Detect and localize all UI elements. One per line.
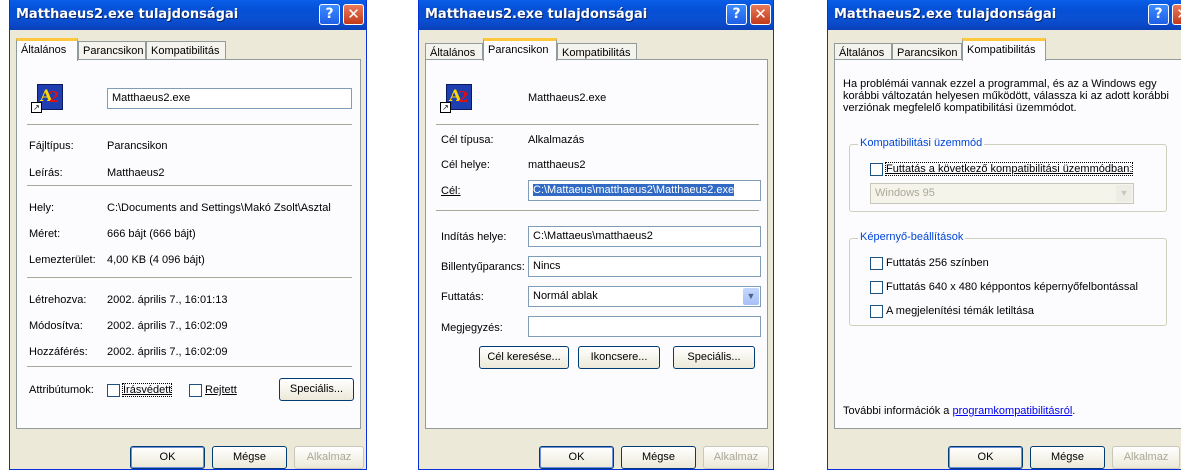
created-value: 2002. április 7., 16:01:13 (107, 294, 228, 306)
size-value: 666 bájt (666 bájt) (107, 228, 196, 240)
window-title: Matthaeus2.exe tulajdonságai (16, 7, 239, 22)
file-name-field[interactable]: Matthaeus2.exe (107, 88, 352, 109)
description-label: Leírás: (29, 167, 63, 179)
hotkey-label: Billentyűparancs: (441, 261, 525, 273)
filetype-value: Parancsikon (107, 140, 168, 152)
run-640x480-label[interactable]: Futtatás 640 x 480 képpontos képernyőfel… (886, 281, 1138, 293)
run-select[interactable]: Normál ablak ▼ (528, 286, 761, 307)
advanced-button[interactable]: Speciális... (673, 346, 755, 369)
run-256-colors-checkbox[interactable] (870, 257, 883, 270)
disk-size-label: Lemezterület: (29, 254, 96, 266)
target-location-label: Cél helye: (441, 159, 490, 171)
created-label: Létrehozva: (29, 294, 87, 306)
compat-help-link[interactable]: programkompatibilitásról (952, 405, 1072, 417)
compat-mode-group: Kompatibilitási üzemmód Futtatás a követ… (849, 137, 1167, 212)
tab-compatibility[interactable]: Kompatibilitás (146, 41, 226, 59)
ok-button[interactable]: OK (130, 446, 205, 469)
comment-field[interactable] (528, 316, 761, 337)
window-title: Matthaeus2.exe tulajdonságai (425, 7, 648, 22)
properties-dialog-general: Matthaeus2.exe tulajdonságai ? ✕ Általán… (9, 0, 367, 470)
hidden-label[interactable]: Rejtett (205, 384, 237, 396)
accessed-value: 2002. április 7., 16:02:09 (107, 346, 228, 358)
hotkey-field[interactable]: Nincs (528, 256, 761, 277)
cancel-button[interactable]: Mégse (212, 446, 287, 469)
apply-button[interactable]: Alkalmaz (1112, 446, 1180, 469)
general-panel: A 2 ↗ Matthaeus2.exe Fájltípus: Parancsiko… (16, 59, 361, 429)
run-label: Futtatás: (441, 291, 484, 303)
target-location-value: matthaeus2 (528, 159, 586, 171)
chevron-down-icon[interactable]: ▼ (743, 288, 759, 305)
disk-size-value: 4,00 KB (4 096 bájt) (107, 254, 205, 266)
modified-value: 2002. április 7., 16:02:09 (107, 320, 228, 332)
compat-mode-label[interactable]: Futtatás a következő kompatibilitási üze… (884, 162, 1134, 176)
title-bar[interactable]: Matthaeus2.exe tulajdonságai ? ✕ (419, 0, 773, 30)
description-value: Matthaeus2 (107, 167, 165, 179)
ok-button[interactable]: OK (948, 446, 1023, 469)
help-button[interactable]: ? (726, 4, 747, 25)
location-label: Hely: (29, 202, 55, 214)
compat-mode-value: Windows 95 (875, 187, 935, 199)
attributes-label: Attribútumok: (29, 384, 94, 396)
compat-intro-text: Ha problémái vannak ezzel a programmal, … (843, 78, 1169, 114)
find-target-button[interactable]: Cél keresése... (479, 346, 569, 369)
start-in-field[interactable]: C:\Mattaeus\matthaeus2 (528, 226, 761, 247)
properties-dialog-shortcut: Matthaeus2.exe tulajdonságai ? ✕ Általán… (418, 0, 774, 470)
more-info-text: További információk a programkompatibili… (843, 405, 1076, 417)
tab-shortcut[interactable]: Parancsikon (78, 41, 146, 59)
target-type-label: Cél típusa: (441, 134, 494, 146)
tab-general[interactable]: Általános (16, 38, 78, 61)
tab-compatibility[interactable]: Kompatibilitás (962, 38, 1046, 61)
chevron-down-icon[interactable]: ▼ (1116, 185, 1132, 202)
accessed-label: Hozzáférés: (29, 346, 88, 358)
readonly-checkbox[interactable] (107, 384, 120, 397)
apply-button[interactable]: Alkalmaz (294, 446, 364, 469)
readonly-label[interactable]: Írásvédett (121, 383, 173, 397)
help-button[interactable]: ? (1148, 4, 1169, 25)
program-icon: A 2 ↗ (31, 82, 63, 114)
shortcut-panel: A 2 ↗ Matthaeus2.exe Cél típusa: Alkalmazá… (425, 59, 768, 429)
ok-button[interactable]: OK (539, 446, 614, 469)
program-icon: A 2 ↗ (440, 82, 472, 114)
window-title: Matthaeus2.exe tulajdonságai (834, 7, 1057, 22)
size-label: Méret: (29, 228, 61, 240)
target-type-value: Alkalmazás (528, 134, 585, 146)
target-field[interactable]: C:\Mattaeus\matthaeus2\Matthaeus2.exe (528, 180, 761, 201)
run-640x480-checkbox[interactable] (870, 281, 883, 294)
filetype-label: Fájltípus: (29, 140, 74, 152)
location-value: C:\Documents and Settings\Makó Zsolt\Asz… (107, 202, 331, 214)
apply-button[interactable]: Alkalmaz (703, 446, 769, 469)
close-button[interactable]: ✕ (750, 4, 771, 25)
target-label: Cél: (441, 185, 461, 197)
disable-themes-checkbox[interactable] (870, 305, 883, 318)
compat-mode-group-title: Kompatibilitási üzemmód (858, 137, 985, 149)
change-icon-button[interactable]: Ikoncsere... (578, 346, 660, 369)
disable-themes-label[interactable]: A megjelenítési témák letiltása (886, 305, 1034, 317)
start-in-label: Indítás helye: (441, 231, 507, 243)
run-select-value: Normál ablak (533, 290, 598, 302)
hidden-checkbox[interactable] (189, 384, 202, 397)
special-button[interactable]: Speciális... (279, 378, 354, 401)
modified-label: Módosítva: (29, 320, 83, 332)
title-bar[interactable]: Matthaeus2.exe tulajdonságai ? ✕ (828, 0, 1181, 30)
properties-dialog-compatibility: Matthaeus2.exe tulajdonságai ? ✕ Általán… (827, 0, 1181, 470)
display-settings-group-title: Képernyő-beállítások (858, 231, 966, 243)
comment-label: Megjegyzés: (441, 322, 503, 334)
compat-mode-checkbox[interactable] (870, 163, 883, 176)
shortcut-name: Matthaeus2.exe (528, 92, 607, 104)
tab-shortcut[interactable]: Parancsikon (483, 38, 557, 61)
cancel-button[interactable]: Mégse (1030, 446, 1105, 469)
cancel-button[interactable]: Mégse (621, 446, 696, 469)
title-bar[interactable]: Matthaeus2.exe tulajdonságai ? ✕ (10, 0, 366, 30)
compat-mode-select[interactable]: Windows 95 ▼ (870, 183, 1134, 204)
close-button[interactable]: ✕ (343, 4, 364, 25)
display-settings-group: Képernyő-beállítások Futtatás 256 színbe… (849, 231, 1167, 326)
close-button[interactable]: ✕ (1172, 4, 1181, 25)
help-button[interactable]: ? (319, 4, 340, 25)
run-256-colors-label[interactable]: Futtatás 256 színben (886, 257, 989, 269)
compatibility-panel: Ha problémái vannak ezzel a programmal, … (834, 59, 1181, 429)
